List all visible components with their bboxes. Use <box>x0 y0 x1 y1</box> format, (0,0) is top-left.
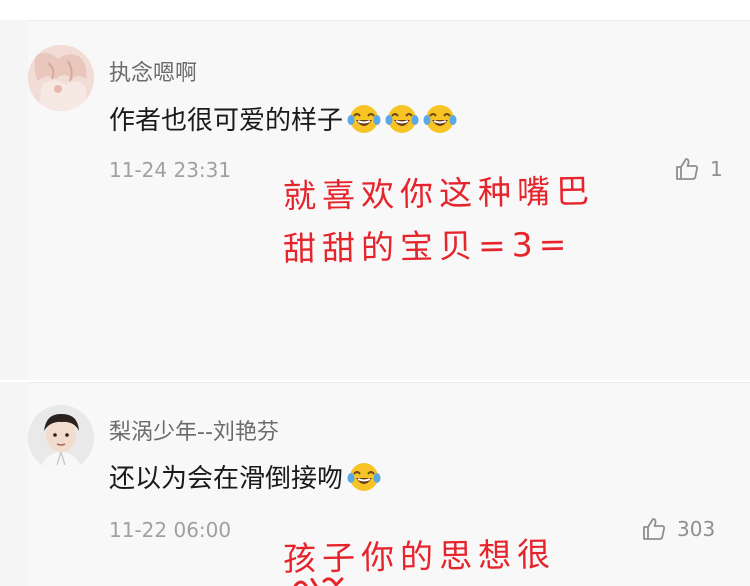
avatar[interactable] <box>28 405 94 471</box>
laughing-tears-emoji <box>385 104 419 133</box>
laughing-tears-emoji <box>347 104 381 133</box>
comment-text: 还以为会在滑倒接吻 <box>109 458 381 495</box>
like-button[interactable]: 303 <box>641 516 715 542</box>
avatar[interactable] <box>28 45 94 111</box>
laughing-tears-emoji <box>423 104 457 133</box>
thumbs-up-icon <box>643 518 665 540</box>
comment-text: 作者也很可爱的样子 <box>109 100 457 137</box>
like-count: 1 <box>710 157 723 181</box>
cropped-handwriting-mark <box>292 577 344 586</box>
avatar-photo <box>28 405 94 471</box>
comment-body: 作者也很可爱的样子 <box>109 106 344 136</box>
username[interactable]: 执念嗯啊 <box>109 55 197 87</box>
laughing-tears-emoji <box>347 462 381 491</box>
like-count: 303 <box>677 517 716 541</box>
username[interactable]: 梨涡少年--刘艳芬 <box>109 414 279 446</box>
comment-body: 还以为会在滑倒接吻 <box>109 464 344 494</box>
handwritten-annotation: 甜甜的宝贝=3= <box>282 224 573 269</box>
handwritten-annotation: 就喜欢你这种嘴巴 <box>282 171 596 216</box>
comment-timestamp: 11-22 06:00 <box>109 518 232 542</box>
like-button[interactable]: 1 <box>674 156 723 182</box>
comment-timestamp: 11-24 23:31 <box>109 158 232 182</box>
top-edge <box>0 0 750 20</box>
comment-page: 执念嗯啊 作者也很可爱的样子 11-24 23:31 1 就喜欢你这种嘴巴 甜甜… <box>0 0 750 586</box>
avatar-illustration <box>28 45 94 111</box>
thumbs-up-icon <box>676 158 698 180</box>
